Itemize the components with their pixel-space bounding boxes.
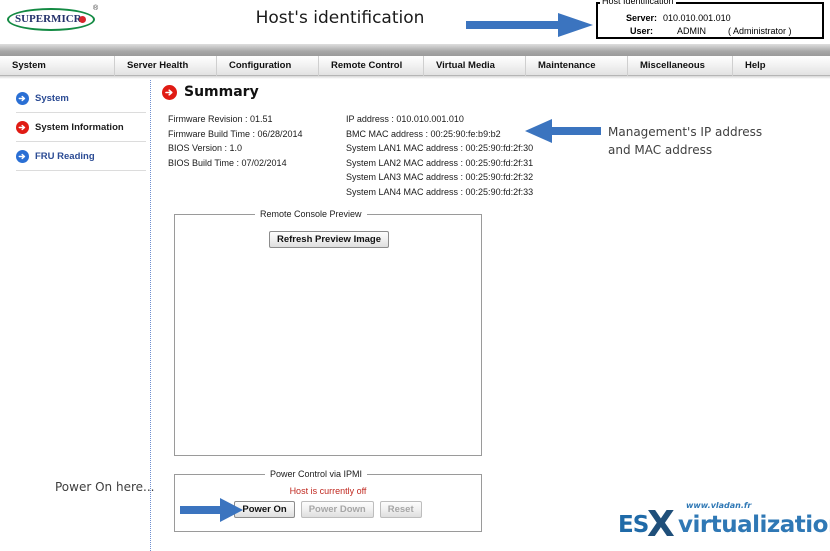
refresh-preview-image-button[interactable]: Refresh Preview Image <box>269 231 390 248</box>
esx-virtualization-watermark: ES X virtualization www.vladan.fr <box>618 500 830 545</box>
user-label: User: <box>630 26 654 36</box>
power-control-legend: Power Control via IPMI <box>265 469 368 479</box>
watermark-virtualization-text: virtualization <box>678 512 830 538</box>
page-header: SUPERMICR ® Host's identification Host I… <box>0 0 830 44</box>
logo-trademark: ® <box>93 5 99 12</box>
menu-item-remote-control[interactable]: Remote Control <box>319 55 424 76</box>
watermark-x-text: X <box>647 504 675 545</box>
arrow-circle-icon <box>162 84 177 100</box>
menu-top-strip <box>0 44 830 56</box>
menu-item-server-health[interactable]: Server Health <box>115 55 217 76</box>
logo-wordmark: SUPERMICR <box>15 13 82 25</box>
watermark-url-text: www.vladan.fr <box>686 501 752 510</box>
network-info-line-5: System LAN4 MAC address : 00:25:90:fd:2f… <box>346 186 534 197</box>
watermark-es-text: ES <box>618 512 649 538</box>
power-down-button: Power Down <box>300 501 374 518</box>
network-info-line-1: BMC MAC address : 00:25:90:fe:b9:b2 <box>346 128 501 139</box>
annotation-arrow-host-id <box>466 13 593 37</box>
reset-button: Reset <box>379 501 422 518</box>
menu-item-virtual-media[interactable]: Virtual Media <box>424 55 526 76</box>
network-info-line-2: System LAN1 MAC address : 00:25:90:fd:2f… <box>346 143 534 153</box>
firmware-info-line-1: Firmware Build Time : 06/28/2014 <box>168 128 303 139</box>
firmware-info-column: Firmware Revision : 01.51 Firmware Build … <box>168 112 303 170</box>
menu-item-miscellaneous[interactable]: Miscellaneous <box>628 55 733 76</box>
main-menu-bar[interactable]: System Server Health Configuration Remote C… <box>0 55 830 76</box>
annotation-arrow-power <box>180 498 243 522</box>
page-title: Host's identification <box>255 8 425 28</box>
annotation-arrow-ip <box>525 119 601 143</box>
server-label: Server: <box>626 13 658 23</box>
firmware-info-line-2: BIOS Version : 1.0 <box>168 143 243 153</box>
network-info-line-0: IP address : 010.010.001.010 <box>346 114 464 124</box>
menu-item-maintenance[interactable]: Maintenance <box>526 55 628 76</box>
host-identification-user-row: User: ADMIN ( Administrator ) <box>630 26 792 36</box>
summary-title: Summary <box>184 84 259 100</box>
firmware-info-line-3: BIOS Build Time : 07/02/2014 <box>168 157 287 168</box>
firmware-info-line-0: Firmware Revision : 01.51 <box>168 114 273 124</box>
host-identification-server-row: Server: 010.010.001.010 <box>626 13 731 23</box>
host-identification-legend: Host Identification <box>600 0 676 6</box>
sidebar-item-fru-reading[interactable]: FRU Reading <box>16 142 146 171</box>
menu-item-system[interactable]: System <box>0 55 115 76</box>
arrow-circle-icon <box>16 120 29 134</box>
sidebar-item-label: System Information <box>35 121 124 133</box>
sidebar-item-system[interactable]: System <box>16 84 146 113</box>
menu-item-help[interactable]: Help <box>733 56 830 76</box>
power-status-text: Host is currently off <box>289 486 367 496</box>
summary-heading: Summary <box>162 84 822 100</box>
supermicro-logo: SUPERMICR ® <box>7 4 99 36</box>
server-value: 010.010.001.010 <box>663 13 731 23</box>
network-info-line-4: System LAN3 MAC address : 00:25:90:fd:2f… <box>346 172 534 182</box>
network-info-line-3: System LAN2 MAC address : 00:25:90:fd:2f… <box>346 157 534 168</box>
sidebar-item-label: System <box>35 92 69 104</box>
network-info-column: IP address : 010.010.001.010 BMC MAC addr… <box>346 112 533 199</box>
arrow-circle-icon <box>16 91 29 105</box>
user-role: ( Administrator ) <box>728 26 792 36</box>
menu-item-configuration[interactable]: Configuration <box>217 55 319 76</box>
annotation-power-note: Power On here... <box>55 480 155 494</box>
menu-shadow <box>0 76 830 79</box>
annotation-ip-note: Management's IP address and MAC address <box>608 125 763 157</box>
arrow-circle-icon <box>16 149 29 163</box>
user-value: ADMIN <box>677 26 707 36</box>
remote-console-preview-panel: Remote Console Preview Refresh Preview I… <box>174 209 482 456</box>
sidebar-item-system-information[interactable]: System Information <box>16 113 146 142</box>
logo-dot-icon <box>79 16 86 23</box>
sidebar-item-label: FRU Reading <box>35 150 95 162</box>
remote-console-preview-legend: Remote Console Preview <box>255 209 367 219</box>
sidebar-nav[interactable]: System System Information FRU Reading <box>16 84 146 171</box>
